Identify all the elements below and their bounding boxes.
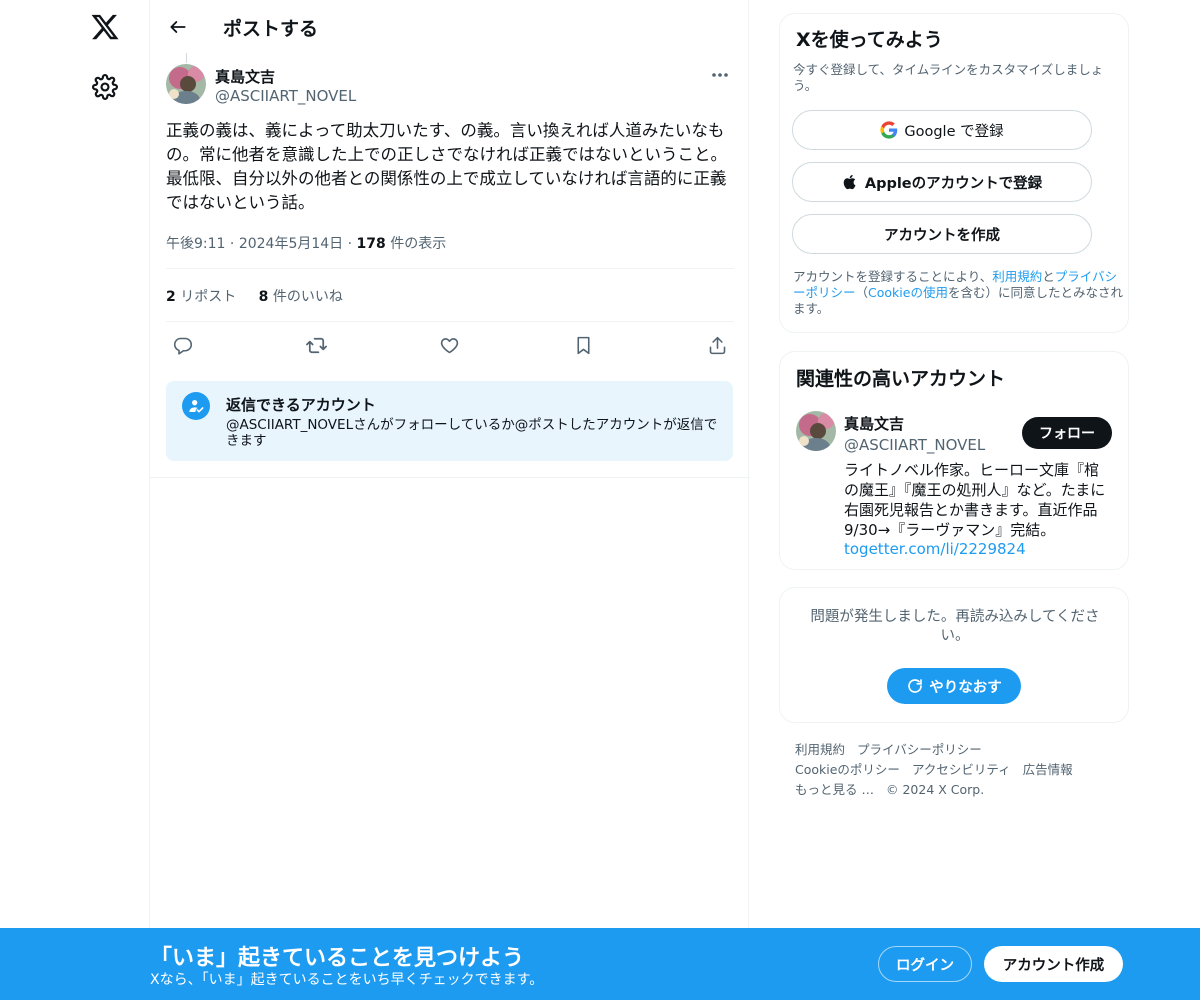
reposts-label: リポスト <box>175 289 237 305</box>
thread-connector-line <box>186 53 187 63</box>
signup-button[interactable]: アカウント作成 <box>984 946 1123 982</box>
terms-notice: アカウントを登録することにより、利用規約とプライバシーポリシー（Cookieの使… <box>793 269 1123 317</box>
views-count: 178 <box>356 236 386 252</box>
bookmark-icon[interactable] <box>570 332 596 358</box>
likes-label: 件のいいね <box>268 289 343 305</box>
post-time[interactable]: 午後9:11 <box>166 236 225 252</box>
account-bio-link[interactable]: togetter.com/li/2229824 <box>844 540 1026 558</box>
google-logo-icon <box>880 121 898 139</box>
post-stats: 2 リポスト 8 件のいいね <box>166 286 361 306</box>
main-column: ポストする 真島文吉 @ASCIIART_NOVEL 正義の義は、義によって助太… <box>149 0 750 928</box>
user-check-icon <box>182 392 210 420</box>
divider <box>166 321 734 322</box>
meta-separator: · <box>229 236 239 252</box>
post-meta: 午後9:11 · 2024年5月14日 · 178 件の表示 <box>166 233 446 253</box>
like-heart-icon[interactable] <box>436 332 462 358</box>
footer-links: 利用規約 プライバシーポリシー Cookieのポリシー アクセシビリティ 広告情報 も… <box>795 740 1125 800</box>
gear-icon[interactable] <box>92 74 118 100</box>
author-avatar[interactable] <box>166 64 206 104</box>
more-options-icon[interactable] <box>706 64 734 86</box>
author-handle[interactable]: @ASCIIART_NOVEL <box>215 87 356 105</box>
post-date[interactable]: 2024年5月14日 <box>239 236 343 252</box>
divider <box>150 477 750 478</box>
footer-link-accessibility[interactable]: アクセシビリティ <box>912 762 1011 777</box>
retry-button[interactable]: やりなおす <box>887 668 1021 704</box>
likes-count: 8 <box>258 289 269 305</box>
post-actions <box>166 332 734 358</box>
reposts-count: 2 <box>166 289 176 305</box>
bottom-bar-subtitle: Xなら、「いま」起きていることをいち早くチェックできます。 <box>150 972 544 988</box>
google-signup-label: Google で登録 <box>904 123 1004 140</box>
account-name[interactable]: 真島文吉 <box>844 413 904 434</box>
footer-link-ads[interactable]: 広告情報 <box>1023 762 1073 777</box>
reply-restriction-description: @ASCIIART_NOVELさんがフォローしているか@ポストしたアカウントが返… <box>226 417 718 449</box>
divider <box>166 268 734 269</box>
terms-text: アカウントを登録することにより、 <box>793 269 993 284</box>
back-arrow-icon[interactable] <box>164 13 192 41</box>
main-header: ポストする <box>150 0 750 54</box>
login-button[interactable]: ログイン <box>878 946 972 982</box>
copyright: © 2024 X Corp. <box>885 782 985 797</box>
signup-card: Xを使ってみよう 今すぐ登録して、タイムラインをカスタマイズしましょう。 Goo… <box>779 13 1129 333</box>
account-bio: ライトノベル作家。ヒーロー文庫『棺の魔王』『魔王の処刑人』など。たまに右園死児報… <box>844 461 1106 539</box>
refresh-icon <box>908 679 923 693</box>
terms-link[interactable]: 利用規約 <box>992 269 1042 284</box>
follow-button[interactable]: フォロー <box>1022 417 1112 449</box>
account-handle[interactable]: @ASCIIART_NOVEL <box>844 436 985 454</box>
account-avatar[interactable] <box>796 411 836 451</box>
repost-icon[interactable] <box>303 332 329 358</box>
relevant-accounts-card: 関連性の高いアカウント 真島文吉 @ASCIIART_NOVEL フォロー ライ… <box>779 351 1129 570</box>
google-signup-button[interactable]: Google で登録 <box>792 110 1092 150</box>
page-title: ポストする <box>223 18 319 40</box>
left-rail <box>0 0 150 1000</box>
bottom-bar-title: 「いま」起きていることを見つけよう <box>150 946 525 971</box>
terms-text: （ <box>855 285 869 300</box>
apple-signup-button[interactable]: Appleのアカウントで登録 <box>792 162 1092 202</box>
bottom-signup-bar: 「いま」起きていることを見つけよう Xなら、「いま」起きていることをいち早くチェ… <box>0 928 1200 1000</box>
footer-link-more[interactable]: もっと見る … <box>795 782 874 797</box>
reposts-stat[interactable]: 2 リポスト <box>166 289 236 305</box>
relevant-accounts-title: 関連性の高いアカウント <box>796 368 1006 390</box>
x-logo-icon[interactable] <box>90 12 120 42</box>
retry-label: やりなおす <box>929 679 1002 696</box>
signup-card-title: Xを使ってみよう <box>796 29 943 51</box>
footer-link-terms[interactable]: 利用規約 <box>795 742 845 757</box>
author-name[interactable]: 真島文吉 <box>215 66 275 87</box>
error-message: 問題が発生しました。再読み込みしてください。 <box>810 609 1100 644</box>
create-account-button[interactable]: アカウントを作成 <box>792 214 1092 254</box>
create-account-label: アカウントを作成 <box>884 227 1000 244</box>
terms-text: と <box>1042 269 1055 284</box>
footer-link-privacy[interactable]: プライバシーポリシー <box>857 742 982 757</box>
likes-stat[interactable]: 8 件のいいね <box>259 289 343 305</box>
apple-logo-icon <box>843 174 856 190</box>
footer-link-cookie[interactable]: Cookieのポリシー <box>795 762 900 777</box>
share-icon[interactable] <box>704 332 730 358</box>
apple-signup-label: Appleのアカウントで登録 <box>864 175 1043 192</box>
reply-restriction-notice: 返信できるアカウント @ASCIIART_NOVELさんがフォローしているか@ポ… <box>166 381 733 461</box>
reply-icon[interactable] <box>169 332 195 358</box>
post-text: 正義の義は、義によって助太刀いたす、の義。言い換えれば人道みたいなもの。常に他者… <box>166 121 727 212</box>
meta-separator: · <box>347 236 357 252</box>
cookie-link[interactable]: Cookieの使用 <box>868 285 948 300</box>
error-card: 問題が発生しました。再読み込みしてください。 やりなおす <box>779 587 1129 723</box>
signup-card-subtitle: 今すぐ登録して、タイムラインをカスタマイズしましょう。 <box>793 62 1104 93</box>
views-label: 件の表示 <box>385 236 447 252</box>
reply-restriction-title: 返信できるアカウント <box>226 396 376 414</box>
